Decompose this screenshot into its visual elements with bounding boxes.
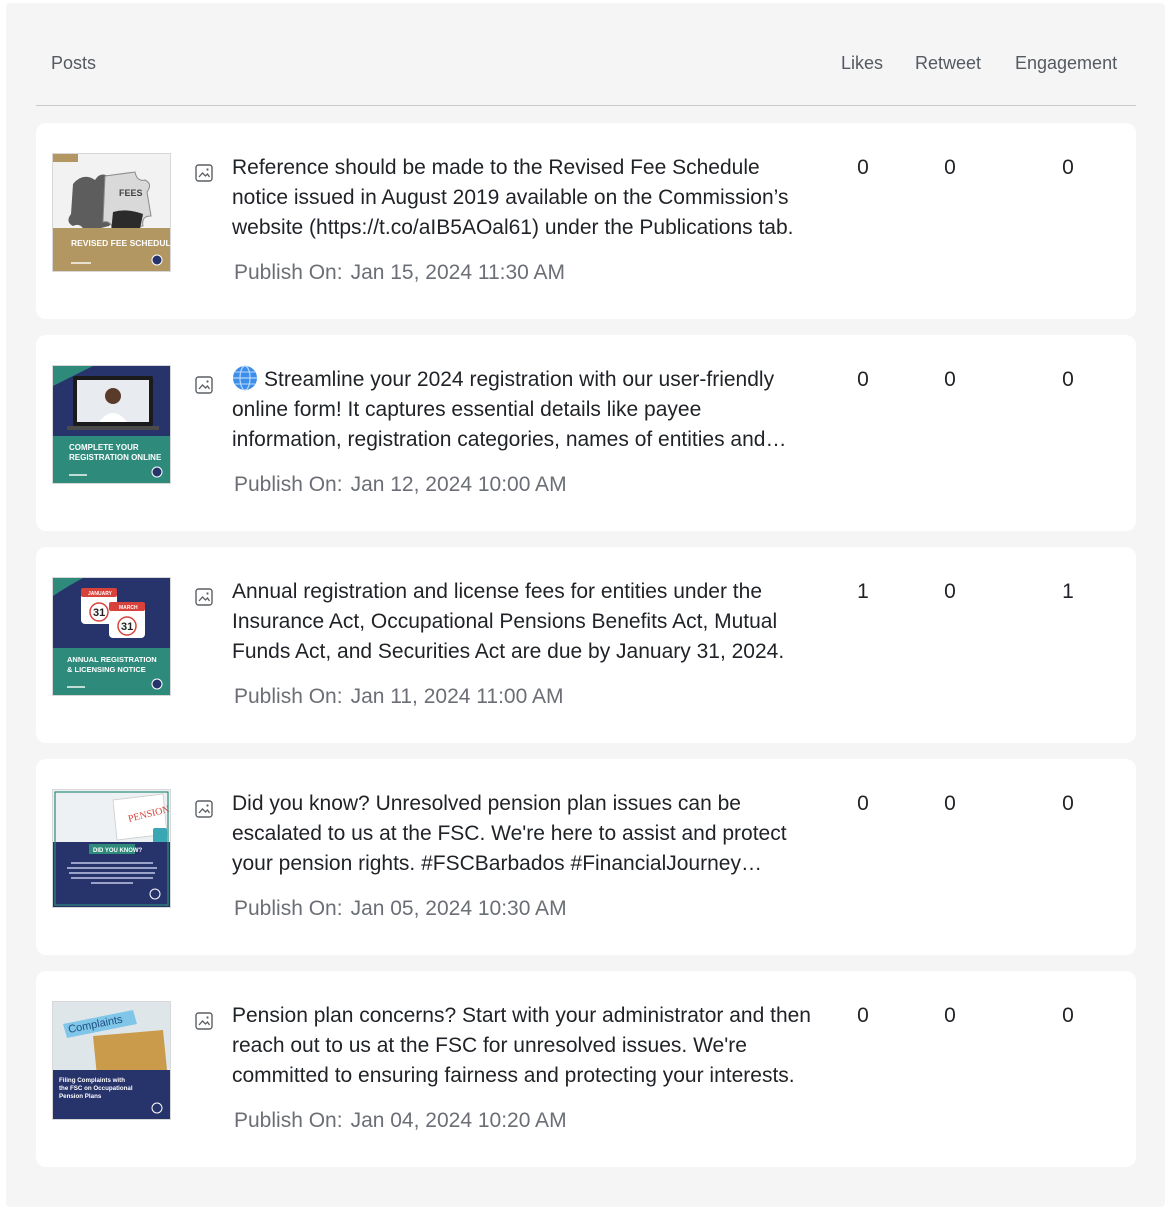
post-thumbnail[interactable]: FEES REVISED FEE SCHEDULE bbox=[52, 153, 171, 272]
publish-label: Publish On: bbox=[234, 897, 343, 920]
publish-info: Publish On: Jan 15, 2024 11:30 AM bbox=[234, 261, 565, 285]
column-header-engagement[interactable]: Engagement bbox=[1015, 53, 1117, 74]
calendar-day-label: 31 bbox=[93, 607, 105, 619]
retweet-count: 0 bbox=[944, 368, 956, 391]
engagement-count: 0 bbox=[1062, 792, 1074, 815]
thumbnail-caption: DID YOU KNOW? bbox=[93, 848, 143, 854]
thumbnail-caption-line: ANNUAL REGISTRATION bbox=[67, 655, 157, 664]
engagement-count: 0 bbox=[1062, 1004, 1074, 1027]
post-row[interactable]: Complaints Filing Complaints with the FS… bbox=[36, 971, 1136, 1167]
post-row[interactable]: PENSION DID YOU KNOW? Did you know? Unre… bbox=[36, 759, 1136, 955]
post-text[interactable]: Annual registration and license fees for… bbox=[232, 577, 814, 667]
post-text[interactable]: Reference should be made to the Revised … bbox=[232, 153, 814, 243]
globe-icon bbox=[233, 365, 257, 391]
publish-date: Jan 15, 2024 11:30 AM bbox=[350, 261, 566, 284]
publish-date: Jan 11, 2024 11:00 AM bbox=[350, 685, 564, 708]
thumbnail-caption-line: Filing Complaints with bbox=[59, 1077, 125, 1084]
post-thumbnail[interactable]: Complaints Filing Complaints with the FS… bbox=[52, 1001, 171, 1120]
image-icon bbox=[194, 587, 214, 607]
posts-panel: Posts Likes Retweet Engagement FEES REVI… bbox=[6, 3, 1165, 1207]
likes-count: 0 bbox=[857, 1004, 869, 1027]
likes-count: 0 bbox=[857, 156, 869, 179]
post-thumbnail[interactable]: PENSION DID YOU KNOW? bbox=[52, 789, 171, 908]
thumbnail-caption-line: COMPLETE YOUR bbox=[69, 443, 139, 452]
publish-label: Publish On: bbox=[234, 685, 343, 708]
retweet-count: 0 bbox=[944, 792, 956, 815]
publish-info: Publish On: Jan 11, 2024 11:00 AM bbox=[234, 685, 563, 709]
post-thumbnail[interactable]: JANUARY 31 MARCH 31 ANNUAL REGISTRATION … bbox=[52, 577, 171, 696]
post-thumbnail[interactable]: COMPLETE YOUR REGISTRATION ONLINE bbox=[52, 365, 171, 484]
post-text[interactable]: Did you know? Unresolved pension plan is… bbox=[232, 789, 814, 879]
publish-info: Publish On: Jan 05, 2024 10:30 AM bbox=[234, 897, 567, 921]
retweet-count: 0 bbox=[944, 580, 956, 603]
image-icon bbox=[194, 799, 214, 819]
fee-schedule-image: FEES REVISED FEE SCHEDULE bbox=[53, 154, 170, 271]
post-row[interactable]: JANUARY 31 MARCH 31 ANNUAL REGISTRATION … bbox=[36, 547, 1136, 743]
publish-date: Jan 05, 2024 10:30 AM bbox=[350, 897, 567, 920]
table-header: Posts Likes Retweet Engagement bbox=[36, 3, 1136, 106]
engagement-count: 1 bbox=[1062, 580, 1074, 603]
publish-label: Publish On: bbox=[234, 1109, 343, 1132]
thumbnail-caption-line: Pension Plans bbox=[59, 1093, 102, 1100]
retweet-count: 0 bbox=[944, 156, 956, 179]
likes-count: 0 bbox=[857, 792, 869, 815]
calendar-day-label: 31 bbox=[121, 621, 133, 633]
publish-label: Publish On: bbox=[234, 473, 343, 496]
thumbnail-caption-line: the FSC on Occupational bbox=[59, 1085, 133, 1092]
annual-registration-image: JANUARY 31 MARCH 31 ANNUAL REGISTRATION … bbox=[53, 578, 170, 695]
calendar-month-label: JANUARY bbox=[88, 591, 113, 597]
thumbnail-caption: REVISED FEE SCHEDULE bbox=[71, 238, 170, 248]
image-icon bbox=[194, 375, 214, 395]
likes-count: 0 bbox=[857, 368, 869, 391]
engagement-count: 0 bbox=[1062, 156, 1074, 179]
engagement-count: 0 bbox=[1062, 368, 1074, 391]
post-row[interactable]: COMPLETE YOUR REGISTRATION ONLINE Stream… bbox=[36, 335, 1136, 531]
publish-date: Jan 04, 2024 10:20 AM bbox=[350, 1109, 567, 1132]
image-icon bbox=[194, 1011, 214, 1031]
post-text[interactable]: Streamline your 2024 registration with o… bbox=[232, 365, 814, 455]
did-you-know-image: PENSION DID YOU KNOW? bbox=[53, 790, 170, 907]
calendar-month-label: MARCH bbox=[119, 605, 138, 611]
post-row[interactable]: FEES REVISED FEE SCHEDULE Reference shou… bbox=[36, 123, 1136, 319]
publish-info: Publish On: Jan 12, 2024 10:00 AM bbox=[234, 473, 567, 497]
post-text-content: Streamline your 2024 registration with o… bbox=[232, 368, 775, 451]
column-header-retweet[interactable]: Retweet bbox=[915, 53, 981, 74]
thumbnail-caption-line: REGISTRATION ONLINE bbox=[69, 453, 162, 462]
retweet-count: 0 bbox=[944, 1004, 956, 1027]
thumbnail-caption-line: & LICENSING NOTICE bbox=[67, 665, 146, 674]
thumbnail-sub-label: FEES bbox=[119, 188, 143, 198]
image-icon bbox=[194, 163, 214, 183]
registration-online-image: COMPLETE YOUR REGISTRATION ONLINE bbox=[53, 366, 170, 483]
publish-info: Publish On: Jan 04, 2024 10:20 AM bbox=[234, 1109, 567, 1133]
likes-count: 1 bbox=[857, 580, 869, 603]
publish-label: Publish On: bbox=[234, 261, 343, 284]
post-text[interactable]: Pension plan concerns? Start with your a… bbox=[232, 1001, 814, 1091]
column-header-posts[interactable]: Posts bbox=[51, 53, 96, 74]
publish-date: Jan 12, 2024 10:00 AM bbox=[350, 473, 567, 496]
column-header-likes[interactable]: Likes bbox=[841, 53, 883, 74]
complaints-image: Complaints Filing Complaints with the FS… bbox=[53, 1002, 170, 1119]
